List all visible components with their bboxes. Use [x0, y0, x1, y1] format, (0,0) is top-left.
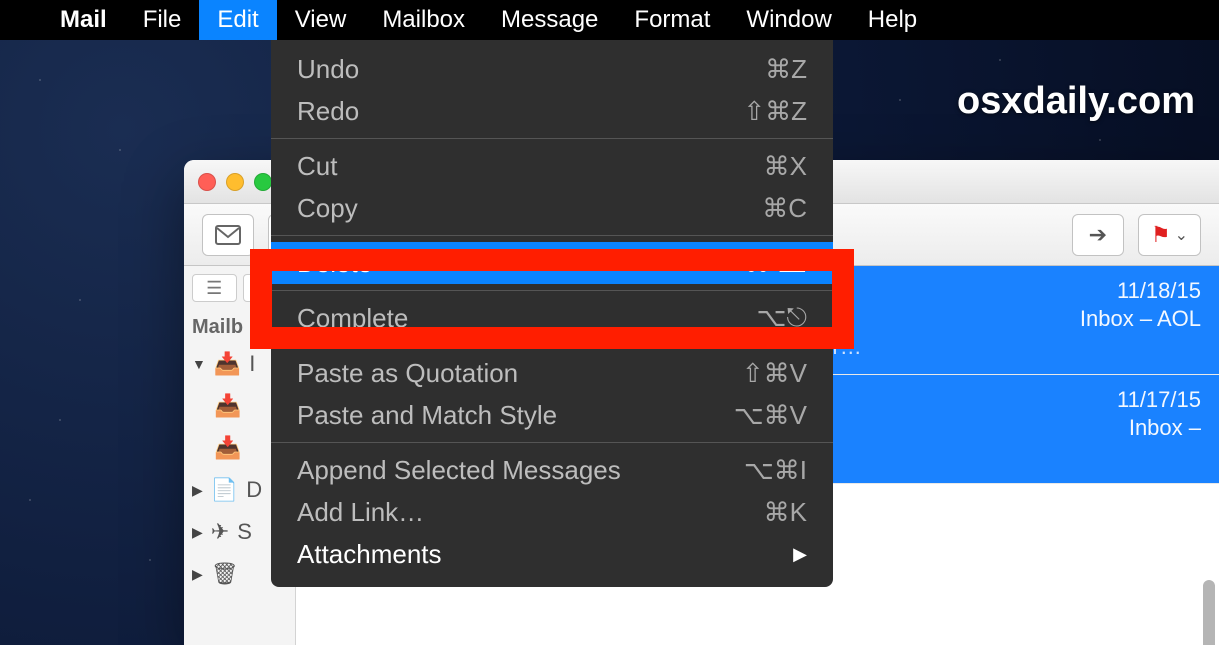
menu-item-add-link[interactable]: Add Link…⌘K: [271, 491, 833, 533]
menu-item-append-selected[interactable]: Append Selected Messages⌥⌘I: [271, 449, 833, 491]
menu-item-copy[interactable]: Copy⌘C: [271, 187, 833, 229]
menu-help[interactable]: Help: [850, 0, 935, 40]
menu-separator: [271, 290, 833, 291]
menu-mailbox[interactable]: Mailbox: [364, 0, 483, 40]
disclosure-triangle-icon[interactable]: ▶: [192, 524, 203, 541]
menu-window[interactable]: Window: [728, 0, 849, 40]
menu-view[interactable]: View: [277, 0, 365, 40]
forward-button[interactable]: ➔: [1072, 214, 1124, 256]
sidebar-tab-mailboxes[interactable]: ☰: [192, 274, 237, 302]
menu-item-delete[interactable]: Delete⌘⌫: [271, 242, 833, 284]
disclosure-triangle-icon[interactable]: ▶: [192, 566, 203, 583]
menu-edit[interactable]: Edit: [199, 0, 276, 40]
inbox-icon: 📥: [214, 393, 241, 419]
minimize-button[interactable]: [226, 173, 244, 191]
document-icon: 📄: [211, 477, 238, 503]
edit-menu-dropdown: Undo⌘Z Redo⇧⌘Z Cut⌘X Copy⌘C Delete⌘⌫ Com…: [271, 40, 833, 587]
message-date: 11/17/15: [1117, 387, 1201, 415]
inbox-icon: 📥: [214, 351, 241, 377]
menu-message[interactable]: Message: [483, 0, 616, 40]
envelope-icon: [215, 225, 241, 245]
menubar-app-name[interactable]: Mail: [42, 0, 125, 40]
zoom-button[interactable]: [254, 173, 272, 191]
get-mail-button[interactable]: [202, 214, 254, 256]
menu-file[interactable]: File: [125, 0, 200, 40]
message-mailbox: Inbox – AOL: [1080, 306, 1201, 332]
menu-separator: [271, 138, 833, 139]
disclosure-triangle-icon[interactable]: ▼: [192, 356, 206, 372]
trash-icon: 🗑: [211, 561, 239, 587]
close-button[interactable]: [198, 173, 216, 191]
menubar: Mail File Edit View Mailbox Message Form…: [0, 0, 1219, 40]
traffic-lights: [198, 173, 272, 191]
menu-item-cut[interactable]: Cut⌘X: [271, 145, 833, 187]
paper-plane-icon: ✈: [211, 519, 229, 545]
menu-item-undo[interactable]: Undo⌘Z: [271, 48, 833, 90]
menu-item-paste-quotation[interactable]: Paste as Quotation⇧⌘V: [271, 352, 833, 394]
flag-button[interactable]: ⚑⌄: [1138, 214, 1201, 256]
menu-item-paste-match-style[interactable]: Paste and Match Style⌥⌘V: [271, 394, 833, 436]
menu-format[interactable]: Format: [616, 0, 728, 40]
flag-icon: ⚑: [1151, 222, 1171, 248]
submenu-arrow-icon: ▶: [793, 544, 807, 565]
message-date: 11/18/15: [1117, 278, 1201, 306]
menu-separator: [271, 345, 833, 346]
disclosure-triangle-icon[interactable]: ▶: [192, 482, 203, 499]
inbox-icon: 📥: [214, 435, 241, 461]
chevron-down-icon: ⌄: [1175, 225, 1188, 245]
menu-separator: [271, 235, 833, 236]
menu-item-attachments[interactable]: Attachments▶: [271, 533, 833, 575]
message-mailbox: Inbox –: [1129, 415, 1201, 441]
menu-item-complete[interactable]: Complete⌥⎋: [271, 297, 833, 339]
menu-separator: [271, 442, 833, 443]
scrollbar-thumb[interactable]: [1203, 580, 1215, 645]
menu-item-redo[interactable]: Redo⇧⌘Z: [271, 90, 833, 132]
